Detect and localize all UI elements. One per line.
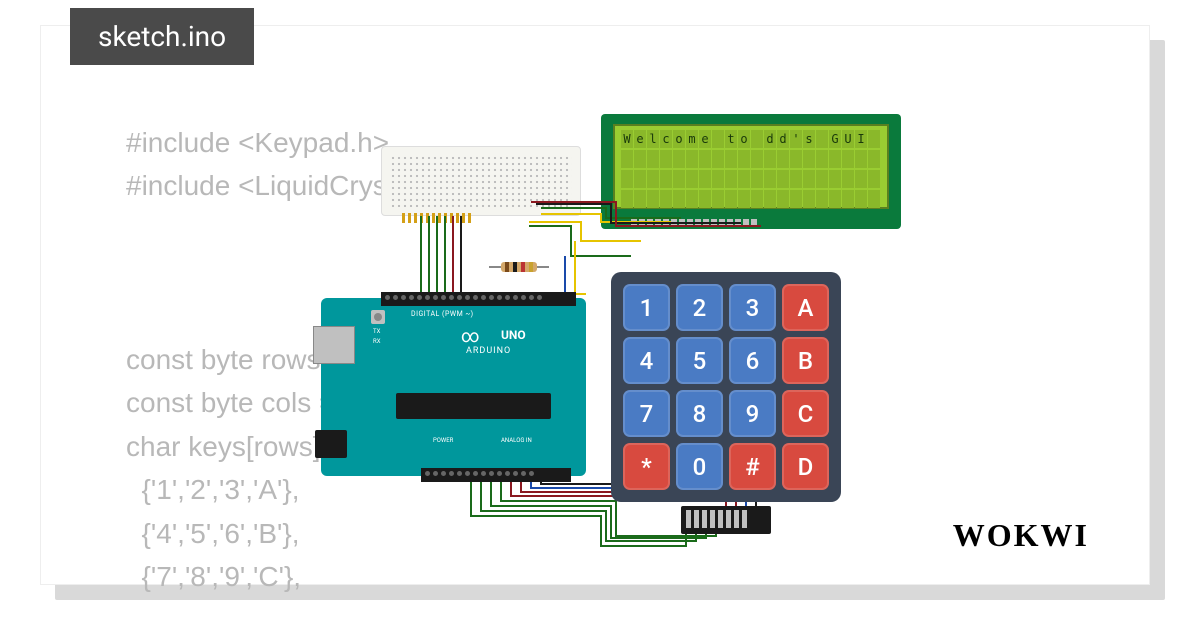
keypad-key-4[interactable]: 4 [623,337,670,384]
infinity-icon: ∞ [461,326,480,347]
brand-label: ARDUINO [466,346,511,356]
keypad-key-C[interactable]: C [782,390,829,437]
keypad-grid: 123A 456B 789C *0#D [623,284,829,490]
keypad-key-#[interactable]: # [729,443,776,490]
keypad-key-6[interactable]: 6 [729,337,776,384]
filename-label: sketch.ino [98,20,226,53]
analog-label: ANALOG IN [501,437,532,444]
keypad-key-5[interactable]: 5 [676,337,723,384]
model-label: UNO [501,328,526,342]
keypad-connector [681,506,771,534]
arduino-uno[interactable]: DIGITAL (PWM ~) ∞ UNO ARDUINO TX RX POWE… [321,298,586,476]
keypad-key-*[interactable]: * [623,443,670,490]
wires [41,26,1151,586]
tx-label: TX [373,328,380,335]
keypad-key-7[interactable]: 7 [623,390,670,437]
digital-label: DIGITAL (PWM ~) [411,310,474,318]
atmega-chip [396,393,551,419]
digital-header[interactable] [381,292,576,306]
file-tab[interactable]: sketch.ino [70,8,254,65]
keypad-4x4[interactable]: 123A 456B 789C *0#D [611,272,841,502]
keypad-key-9[interactable]: 9 [729,390,776,437]
keypad-key-A[interactable]: A [782,284,829,331]
keypad-key-3[interactable]: 3 [729,284,776,331]
keypad-key-8[interactable]: 8 [676,390,723,437]
power-label: POWER [433,437,453,444]
keypad-key-D[interactable]: D [782,443,829,490]
usb-port [313,326,355,364]
rx-label: RX [373,338,380,345]
keypad-key-B[interactable]: B [782,337,829,384]
keypad-key-1[interactable]: 1 [623,284,670,331]
keypad-key-0[interactable]: 0 [676,443,723,490]
wokwi-logo: WOKWI [953,517,1089,554]
power-jack [315,430,347,458]
main-card: #include <Keypad.h>#include <LiquidCryst… [40,25,1150,585]
keypad-key-2[interactable]: 2 [676,284,723,331]
analog-header[interactable] [421,468,571,482]
reset-button[interactable] [371,310,385,324]
